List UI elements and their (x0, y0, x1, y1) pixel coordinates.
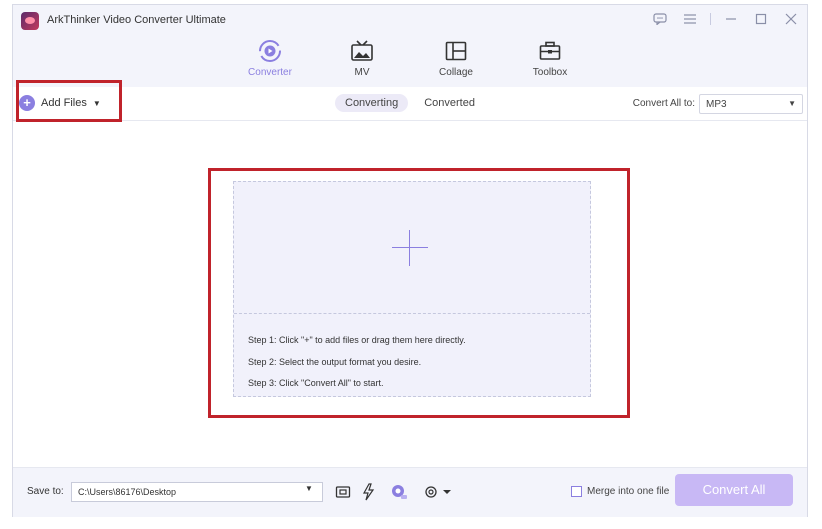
save-to-label: Save to: (27, 486, 64, 497)
toolbox-icon (537, 39, 563, 63)
tab-label: Collage (439, 67, 473, 78)
merge-option[interactable]: Merge into one file (571, 486, 669, 497)
feedback-icon[interactable] (650, 9, 670, 29)
caret-down-icon[interactable]: ▼ (305, 484, 313, 493)
collage-icon (443, 39, 469, 63)
convert-all-button[interactable]: Convert All (675, 474, 793, 506)
save-path-field[interactable]: C:\Users\86176\Desktop (71, 482, 323, 502)
open-folder-icon[interactable] (333, 482, 353, 502)
tab-toolbox[interactable]: Toolbox (515, 39, 585, 78)
caret-down-icon: ▼ (788, 99, 796, 108)
format-value: MP3 (706, 99, 727, 110)
app-title: ArkThinker Video Converter Ultimate (47, 14, 226, 26)
maximize-icon[interactable] (751, 9, 771, 29)
controls-divider (710, 13, 711, 25)
tab-converting[interactable]: Converting (335, 94, 409, 112)
bottom-bar: Save to: C:\Users\86176\Desktop ▼ Merge … (13, 467, 807, 517)
tab-mv[interactable]: MV (327, 39, 397, 78)
merge-checkbox[interactable] (571, 486, 582, 497)
status-tabs: Converting Converted (335, 94, 485, 112)
close-icon[interactable] (781, 9, 801, 29)
app-logo (21, 12, 39, 30)
title-bar: ArkThinker Video Converter Ultimate (13, 5, 807, 35)
main-nav: Converter MV Collage Toolbox (13, 35, 807, 87)
window-controls (650, 9, 801, 29)
tab-converted[interactable]: Converted (414, 94, 485, 112)
gpu-acceleration-icon[interactable] (389, 482, 409, 502)
hardware-acceleration-icon[interactable] (359, 482, 379, 502)
toolbar: + Add Files ▼ Converting Converted Conve… (13, 87, 807, 121)
settings-icon[interactable] (421, 482, 455, 502)
mv-icon (349, 39, 375, 63)
tab-converter[interactable]: Converter (235, 39, 305, 78)
tab-label: MV (354, 67, 370, 78)
tab-label: Toolbox (532, 67, 568, 78)
merge-label: Merge into one file (587, 486, 670, 497)
highlight-box-add-files (16, 80, 122, 122)
highlight-box-drop-zone (208, 168, 630, 418)
convert-all-to-label: Convert All to: (632, 98, 695, 109)
tab-label: Converter (248, 67, 292, 78)
menu-icon[interactable] (680, 9, 700, 29)
minimize-icon[interactable] (721, 9, 741, 29)
tab-collage[interactable]: Collage (421, 39, 491, 78)
output-format-select[interactable]: MP3 ▼ (699, 94, 803, 114)
converter-icon (257, 39, 283, 63)
